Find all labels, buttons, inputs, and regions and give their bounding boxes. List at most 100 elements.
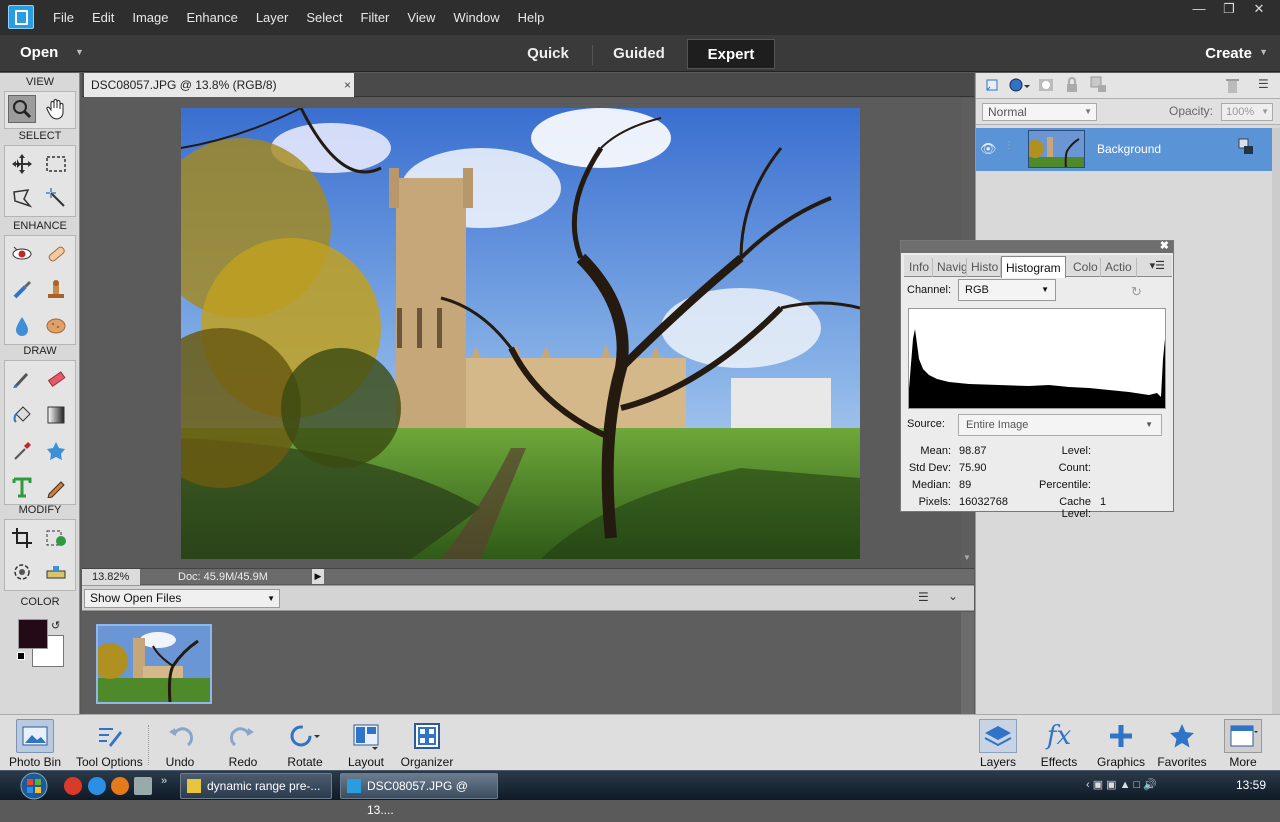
blend-mode-select[interactable]: Normal ▼ (982, 103, 1097, 121)
menu-layer[interactable]: Layer (247, 10, 298, 25)
status-menu-arrow-icon[interactable]: ▶ (312, 569, 324, 584)
crop-tool-icon[interactable] (8, 524, 36, 552)
panel-titlebar[interactable]: ✖ (901, 239, 1173, 253)
undo-button[interactable]: Undo (149, 719, 211, 769)
delete-layer-icon[interactable] (1224, 77, 1240, 95)
menu-file[interactable]: File (44, 10, 83, 25)
default-colors-icon[interactable] (17, 652, 25, 660)
collapse-bin-icon[interactable]: ⌄ (948, 589, 958, 603)
hand-tool-icon[interactable] (42, 95, 70, 123)
tool-options-button[interactable]: Tool Options (76, 719, 143, 769)
zoom-tool-icon[interactable] (8, 95, 36, 123)
menu-enhance[interactable]: Enhance (178, 10, 247, 25)
tab-quick[interactable]: Quick (508, 39, 588, 69)
menu-filter[interactable]: Filter (352, 10, 399, 25)
layers-scrollbar[interactable] (1272, 128, 1280, 714)
layout-button[interactable]: Layout (335, 719, 397, 769)
clock[interactable]: 13:59 (1236, 778, 1266, 792)
magic-wand-tool-icon[interactable] (42, 184, 70, 212)
eyedropper-tool-icon[interactable] (8, 437, 36, 465)
layers-button[interactable]: Layers (967, 719, 1029, 769)
smart-brush-icon[interactable] (8, 276, 36, 304)
source-select[interactable]: Entire Image ▼ (958, 414, 1162, 436)
blur-tool-icon[interactable] (8, 312, 36, 340)
open-dropdown-icon[interactable]: ▼ (75, 47, 84, 57)
paint-bucket-icon[interactable] (8, 401, 36, 429)
photo-bin-button[interactable]: Photo Bin (4, 719, 66, 769)
show-desktop-icon[interactable] (134, 777, 152, 795)
link-icon[interactable]: ⋮ (1004, 140, 1014, 156)
eraser-tool-icon[interactable] (42, 365, 70, 393)
create-button[interactable]: Create (1205, 45, 1252, 62)
tab-guided[interactable]: Guided (595, 39, 683, 69)
close-icon[interactable]: ✕ (1244, 0, 1274, 20)
opacity-field[interactable]: 100% ▼ (1221, 103, 1273, 121)
bin-menu-icon[interactable]: ☰ (918, 590, 929, 604)
sponge-tool-icon[interactable] (42, 312, 70, 340)
menu-edit[interactable]: Edit (83, 10, 123, 25)
more-button[interactable]: More (1212, 719, 1274, 769)
recompose-tool-icon[interactable] (42, 524, 70, 552)
custom-shape-icon[interactable] (42, 437, 70, 465)
minimize-icon[interactable]: — (1184, 0, 1214, 20)
content-aware-move-icon[interactable] (8, 558, 36, 586)
zoom-level-field[interactable]: 13.82% (82, 569, 140, 585)
menu-view[interactable]: View (398, 10, 444, 25)
tab-histogram[interactable]: Histogram (1001, 256, 1066, 278)
refresh-icon[interactable]: ↻ (1131, 284, 1142, 300)
layers-panel-menu-icon[interactable]: ☰ (1258, 77, 1269, 91)
panel-menu-icon[interactable]: ▾☰ (1150, 259, 1165, 272)
tab-actions[interactable]: Actio (1101, 258, 1137, 277)
favorites-button[interactable]: Favorites (1151, 719, 1213, 769)
pencil-tool-icon[interactable] (42, 473, 70, 501)
photo-bin-thumbnail[interactable] (96, 624, 212, 704)
lasso-tool-icon[interactable] (8, 184, 36, 212)
straighten-tool-icon[interactable] (42, 558, 70, 586)
close-panel-icon[interactable]: ✖ (1160, 239, 1169, 252)
menu-select[interactable]: Select (297, 10, 351, 25)
tab-expert[interactable]: Expert (687, 39, 775, 69)
open-button[interactable]: Open (20, 44, 58, 61)
photo-bin-scrollbar[interactable] (961, 612, 974, 714)
swap-colors-icon[interactable]: ↺ (51, 619, 60, 632)
effects-button[interactable]: fx Effects (1028, 719, 1090, 769)
tab-navigator[interactable]: Navig (933, 258, 967, 277)
menu-window[interactable]: Window (444, 10, 508, 25)
firefox-icon[interactable] (111, 777, 129, 795)
graphics-button[interactable]: Graphics (1090, 719, 1152, 769)
system-tray[interactable]: ‹ ▣ ▣ ▲ □ 🔊 (1086, 778, 1157, 791)
tab-color[interactable]: Colo (1069, 258, 1101, 277)
red-eye-tool-icon[interactable] (8, 240, 36, 268)
channel-select[interactable]: RGB ▼ (958, 279, 1056, 301)
tab-history[interactable]: Histo (967, 258, 1001, 277)
taskbar-task-photoshop[interactable]: DSC08057.JPG @ 13.... (340, 773, 498, 817)
document-image[interactable] (181, 108, 860, 559)
spot-healing-icon[interactable] (42, 240, 70, 268)
chrome-icon[interactable] (64, 777, 82, 795)
lock-transparent-icon[interactable] (1090, 76, 1108, 94)
layer-row-background[interactable]: 👁 ⋮ Background (976, 128, 1273, 171)
gradient-tool-icon[interactable] (42, 401, 70, 429)
tab-info[interactable]: Info (905, 258, 933, 277)
organizer-button[interactable]: Organizer (396, 719, 458, 769)
taskbar-task-document[interactable]: dynamic range pre-... (180, 773, 332, 799)
restore-icon[interactable]: ❐ (1214, 0, 1244, 20)
clone-stamp-icon[interactable] (42, 276, 70, 304)
close-document-icon[interactable]: × (344, 73, 351, 97)
menu-image[interactable]: Image (123, 10, 177, 25)
fill-adjustment-layer-icon[interactable] (1008, 77, 1030, 93)
new-layer-icon[interactable] (984, 77, 1000, 93)
create-dropdown-icon[interactable]: ▼ (1259, 47, 1268, 57)
scroll-down-icon[interactable]: ▼ (963, 553, 971, 562)
lock-all-icon[interactable] (1064, 76, 1080, 94)
type-tool-icon[interactable] (8, 473, 36, 501)
internet-explorer-icon[interactable] (88, 777, 106, 795)
foreground-color-swatch[interactable] (18, 619, 48, 649)
more-quicklaunch-icon[interactable]: » (161, 775, 167, 787)
document-tab[interactable]: DSC08057.JPG @ 13.8% (RGB/8) × (84, 73, 354, 97)
brush-tool-icon[interactable] (8, 365, 36, 393)
layer-mask-icon[interactable] (1038, 77, 1054, 93)
show-open-files-select[interactable]: Show Open Files ▼ (84, 589, 280, 608)
redo-button[interactable]: Redo (212, 719, 274, 769)
rotate-button[interactable]: Rotate (274, 719, 336, 769)
